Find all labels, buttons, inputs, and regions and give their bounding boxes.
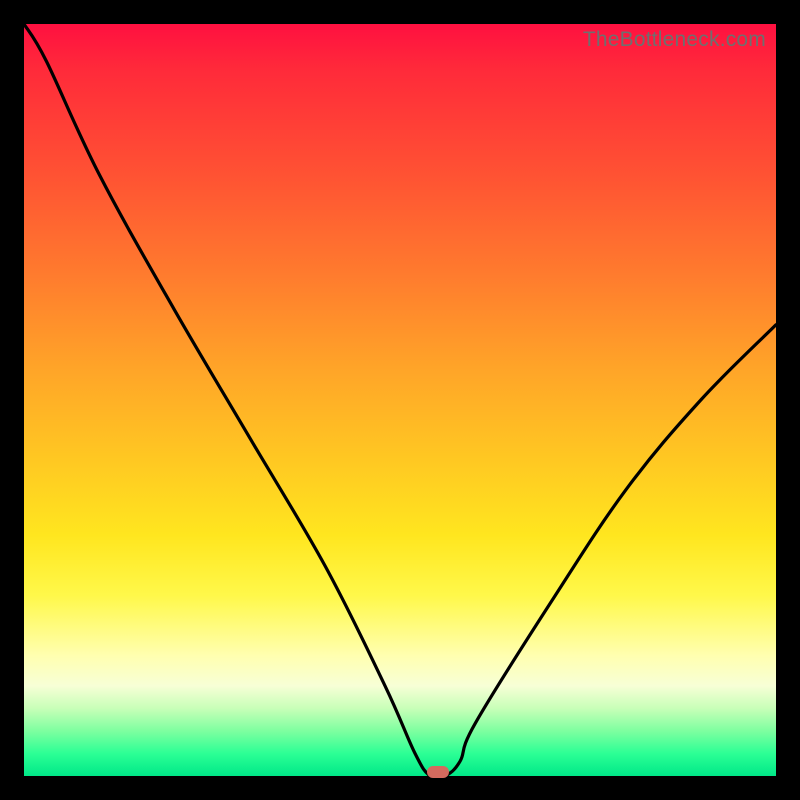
- chart-frame: TheBottleneck.com: [0, 0, 800, 800]
- plot-area: TheBottleneck.com: [24, 24, 776, 776]
- minimum-marker: [427, 766, 449, 778]
- curve-path: [24, 24, 776, 776]
- bottleneck-curve: [24, 24, 776, 776]
